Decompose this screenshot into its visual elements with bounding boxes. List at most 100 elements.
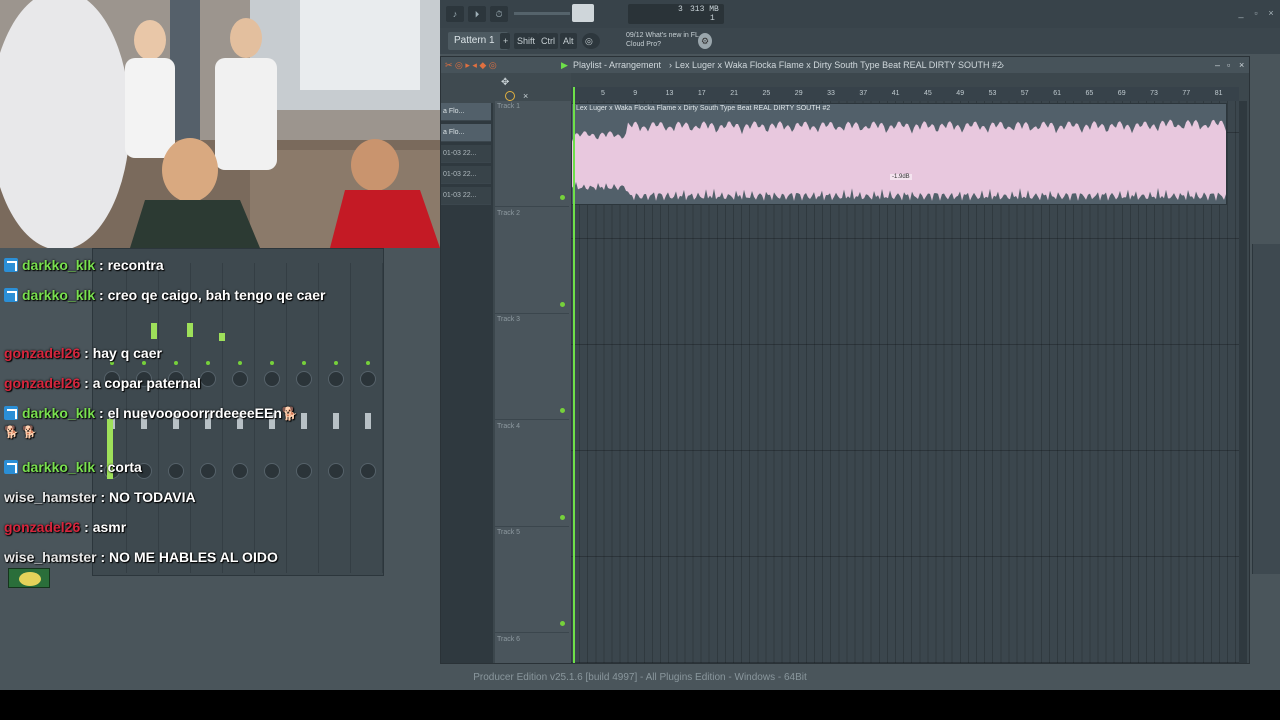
chat-message: darkko_klk : corta (4, 458, 384, 476)
ruler-number: 73 (1150, 90, 1158, 97)
audio-clip[interactable]: Lex Luger x Waka Flocka Flame x Dirty So… (571, 103, 1227, 205)
chat-username[interactable]: gonzadel26 (4, 519, 80, 535)
playlist-window: ✂ ◎ ▸ ◂ ◆ ◎ ▶ Playlist - Arrangement › L… (440, 56, 1250, 664)
track-header[interactable]: Track 1 (495, 101, 569, 207)
news-panel[interactable]: 09/12 What's new in FL Cloud Pro? (626, 31, 699, 49)
close-icon[interactable]: × (1266, 8, 1276, 18)
pl-close-icon[interactable]: × (1239, 57, 1244, 73)
picker-item[interactable]: 01-03 22... (441, 166, 491, 184)
dog-emote-icon: 🐕 (281, 406, 299, 421)
countdown-icon[interactable]: ⏱ (490, 6, 508, 22)
ruler-number: 61 (1053, 90, 1061, 97)
playlist-title-bar[interactable]: ✂ ◎ ▸ ◂ ◆ ◎ ▶ Playlist - Arrangement › L… (441, 57, 1249, 73)
waveform (572, 119, 1226, 201)
screen: ♪ ⏵ ⏱ 3 313 MB 1 _ ▫ × Pattern 1 + Shift… (0, 0, 1280, 690)
alt-key-button[interactable]: Alt (560, 33, 577, 49)
track-mute-led[interactable] (560, 514, 565, 520)
ruler-number: 69 (1117, 90, 1126, 97)
wait-icon[interactable]: ⏵ (468, 6, 486, 22)
track-name: Track 3 (497, 316, 521, 323)
emote-image (8, 568, 50, 588)
picker-item[interactable]: a Flo... (441, 103, 491, 121)
ruler-number: 53 (988, 90, 997, 97)
chat-username[interactable]: gonzadel26 (4, 375, 80, 391)
metronome-icon[interactable]: ♪ (446, 6, 464, 22)
close-picker-icon[interactable]: × (523, 91, 528, 101)
subscriber-badge-icon (4, 460, 18, 474)
chat-username[interactable]: gonzadel26 (4, 345, 80, 361)
ruler-number: 49 (956, 90, 965, 97)
ruler-number: 21 (730, 90, 738, 97)
chat-text: : asmr (80, 519, 127, 535)
chat-username[interactable]: wise_hamster (4, 549, 97, 565)
dog-emote-row: 🐕 🐕 (4, 425, 38, 439)
track-mute-led[interactable] (560, 408, 565, 413)
master-volume-slider[interactable] (514, 12, 570, 15)
cloud-icon[interactable]: ⚙ (698, 33, 712, 49)
chat-message: wise_hamster : NO TODAVIA (4, 488, 384, 506)
cpu-memory-display: 3 313 MB 1 (628, 4, 724, 24)
waveform-path (572, 119, 1226, 201)
ruler-number: 9 (633, 90, 638, 97)
chat-message: darkko_klk : el nuevooooorrrdeeeeEEn 🐕 🐕 … (4, 404, 384, 441)
clip-label: Lex Luger x Waka Flocka Flame x Dirty So… (576, 105, 831, 112)
snap-icon[interactable]: ✥ (501, 77, 509, 88)
ctrl-key-button[interactable]: Ctrl (538, 33, 558, 49)
chat-username[interactable]: darkko_klk (22, 287, 95, 303)
picker-item[interactable]: a Flo... (441, 124, 491, 142)
chat-message: darkko_klk : creo qe caigo, bah tengo qe… (4, 286, 384, 304)
track-header[interactable]: Track 2 (495, 208, 569, 314)
pitch-slider[interactable] (572, 4, 594, 22)
playlist-title: Playlist - Arrangement (573, 60, 662, 70)
webcam-image (0, 0, 440, 248)
news-icon[interactable]: ◎ (582, 33, 600, 49)
picker-item[interactable]: 01-03 22... (441, 187, 491, 205)
chat-text: : NO TODAVIA (96, 489, 196, 505)
fl-toolbar: ♪ ⏵ ⏱ 3 313 MB 1 _ ▫ × (440, 0, 1280, 28)
chat-username[interactable]: darkko_klk (22, 459, 95, 475)
minimize-icon[interactable]: _ (1236, 8, 1246, 18)
playlist-song-name: Lex Luger x Waka Flocka Flame x Dirty So… (675, 60, 1002, 70)
picker-panel: a Flo... a Flo... 01-03 22... 01-03 22... 01… (441, 103, 493, 663)
maximize-icon[interactable]: ▫ (1251, 8, 1261, 18)
track-header[interactable]: Track 5 (495, 527, 569, 633)
subscriber-badge-icon (4, 258, 18, 272)
chat-username[interactable]: darkko_klk (22, 257, 95, 273)
track-header[interactable]: Track 3 (495, 314, 569, 420)
add-pattern-icon[interactable]: + (500, 33, 510, 49)
side-panel-partial (1252, 244, 1280, 574)
play-indicator-icon: ▶ (561, 60, 568, 70)
track-name: Track 5 (497, 529, 521, 536)
track-mute-led[interactable] (560, 301, 565, 307)
fl-toolbar-row2: Pattern 1 + Shift Ctrl Alt ◎ 09/12 What'… (440, 28, 1280, 54)
ruler-number: 37 (859, 90, 868, 97)
track-headers: Track 1 Track 2 Track 3 Track 4 Track 5 Track… (495, 101, 571, 663)
pl-maximize-icon[interactable]: ▫ (1227, 57, 1230, 73)
chat-username[interactable]: darkko_klk (22, 405, 95, 421)
vertical-scrollbar[interactable] (1239, 101, 1247, 663)
chat-text: : a copar paternal (80, 375, 201, 391)
chat-text: : hay q caer (80, 345, 162, 361)
playhead[interactable] (573, 87, 575, 663)
emote-face (19, 572, 41, 586)
track-mute-led[interactable] (560, 621, 565, 626)
ruler-number: 25 (762, 90, 771, 97)
chat-username[interactable]: wise_hamster (4, 489, 97, 505)
pattern-selector[interactable]: Pattern 1 (448, 32, 508, 50)
track-header[interactable]: Track 4 (495, 421, 569, 527)
ruler-number: 65 (1085, 90, 1094, 97)
pl-minimize-icon[interactable]: – (1215, 57, 1220, 73)
timeline-ruler[interactable]: 5 9 13 17 21 25 29 33 37 41 45 49 53 57 61 65 69 73 77 81 (571, 87, 1239, 101)
shift-key-button[interactable]: Shift (514, 33, 539, 49)
stream-chat: darkko_klk : recontra darkko_klk : creo q… (0, 256, 384, 592)
playlist-tools: ✥ × (441, 73, 571, 103)
pointer-icon[interactable] (505, 91, 515, 101)
chat-message: gonzadel26 : a copar paternal (4, 374, 384, 392)
track-mute-led[interactable] (560, 195, 565, 200)
playlist-tools-icon[interactable]: ✂ ◎ ▸ ◂ ◆ ◎ (445, 57, 497, 73)
news-line-2: Cloud Pro? (626, 41, 662, 48)
news-line-1: 09/12 What's new in FL (626, 32, 699, 39)
chat-message: darkko_klk : recontra (4, 256, 384, 274)
picker-item[interactable]: 01-03 22... (441, 145, 491, 163)
title-arrow-icon: › (669, 60, 672, 70)
